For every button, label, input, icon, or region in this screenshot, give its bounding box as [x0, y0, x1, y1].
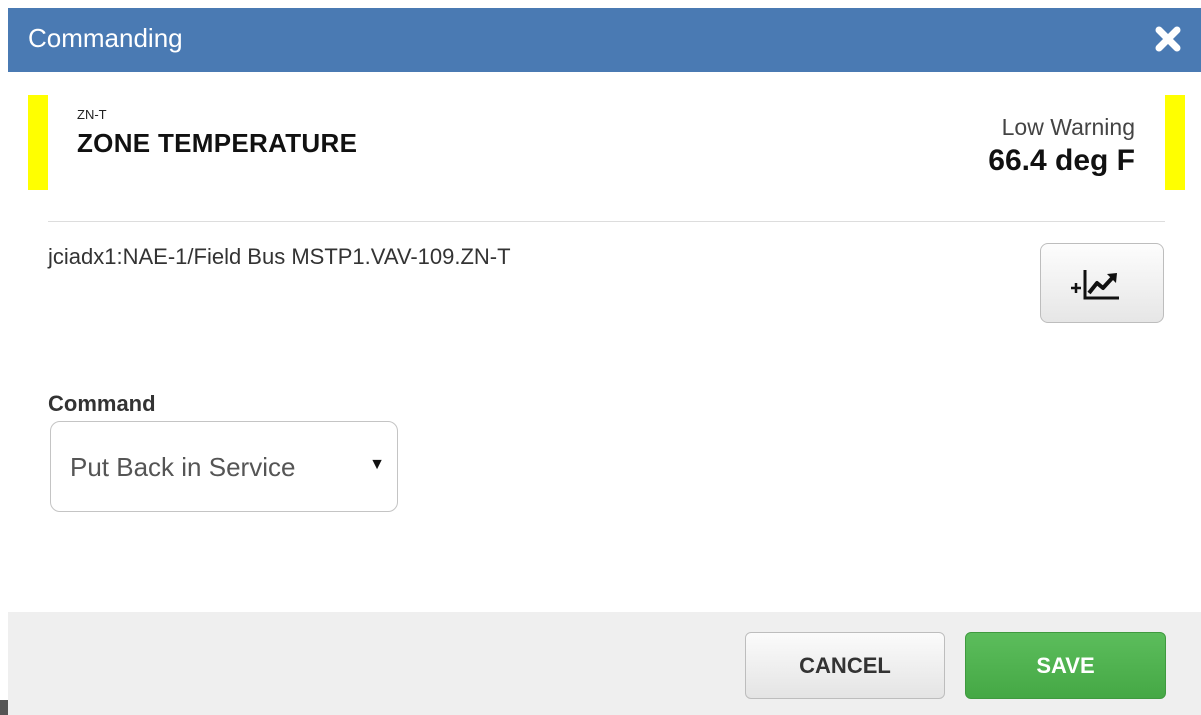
- command-label: Command: [48, 391, 156, 416]
- point-short-name: ZN-T: [77, 107, 107, 122]
- point-status: Low Warning: [1001, 114, 1135, 140]
- status-indicator-left: [28, 95, 48, 190]
- cancel-button[interactable]: CANCEL: [745, 632, 945, 699]
- command-select[interactable]: Put Back in Service ▼: [50, 421, 398, 512]
- chevron-down-icon: ▼: [369, 456, 385, 473]
- dialog-title: Commanding: [28, 23, 183, 53]
- header-divider: [48, 221, 1165, 222]
- close-icon: [1155, 26, 1181, 52]
- commanding-dialog: Commanding ZN-T ZONE TEMPERATURE Low War…: [0, 0, 1201, 715]
- add-trend-button[interactable]: [1040, 243, 1164, 323]
- add-trend-icon: [1071, 270, 1119, 300]
- object-path: jciadx1:NAE-1/Field Bus MSTP1.VAV-109.ZN…: [48, 244, 511, 269]
- window-edge: [0, 700, 8, 715]
- command-selected-value: Put Back in Service: [70, 452, 296, 482]
- dialog-titlebar: Commanding: [8, 8, 1201, 72]
- point-value: 66.4 deg F: [988, 144, 1135, 177]
- status-indicator-right: [1165, 95, 1185, 190]
- close-button[interactable]: [1151, 22, 1185, 56]
- save-button[interactable]: SAVE: [965, 632, 1166, 699]
- point-name: ZONE TEMPERATURE: [77, 128, 358, 158]
